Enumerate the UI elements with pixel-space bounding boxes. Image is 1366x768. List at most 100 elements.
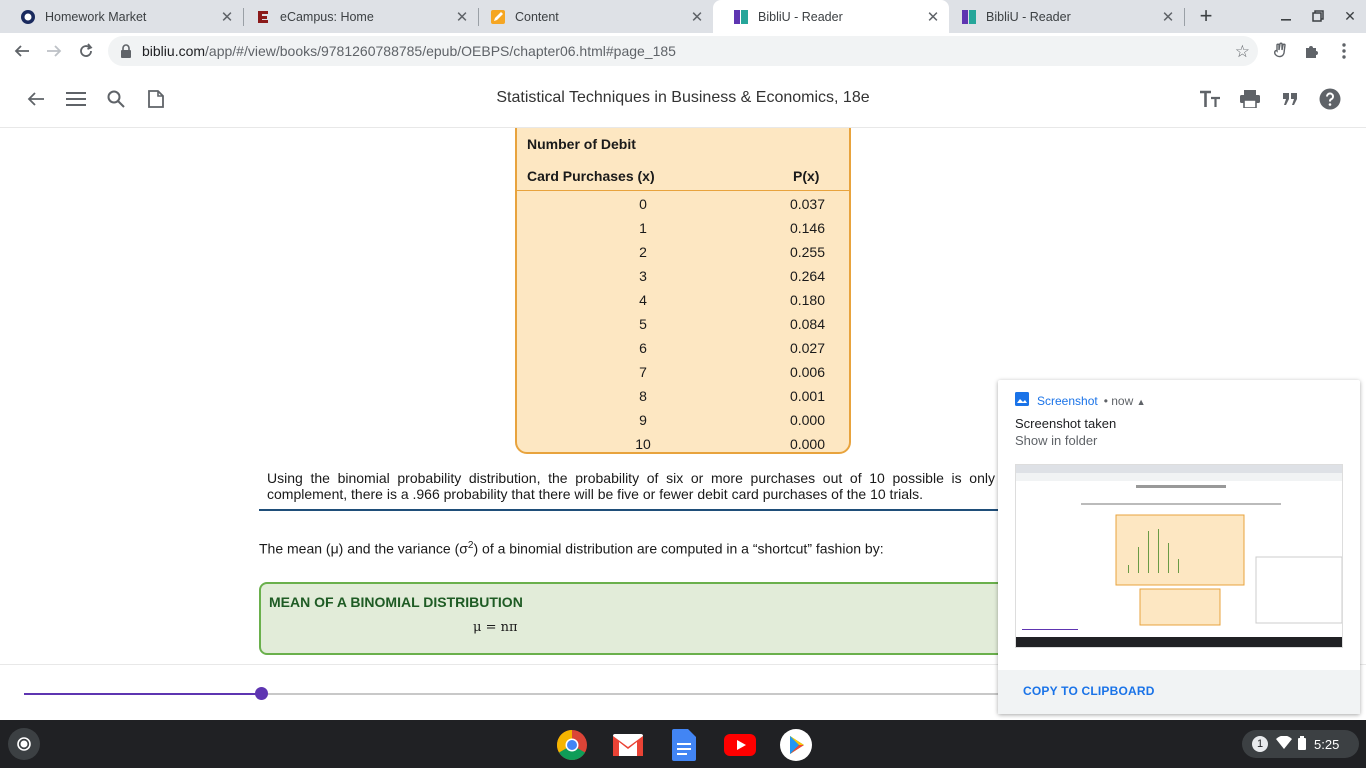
cell-px: 0.027: [789, 340, 825, 356]
url-host: bibliu.com: [142, 43, 206, 59]
back-button[interactable]: [10, 39, 34, 63]
battery-icon: [1298, 735, 1306, 753]
cell-px: 0.180: [789, 292, 825, 308]
mean-box-title: MEAN OF A BINOMIAL DISTRIBUTION: [269, 594, 523, 610]
book-title: Statistical Techniques in Business & Eco…: [496, 89, 870, 106]
pencil-icon: [490, 9, 506, 25]
close-icon[interactable]: ✕: [925, 9, 941, 26]
reload-icon: [80, 43, 93, 57]
tab-ecampus[interactable]: eCampus: Home ✕: [235, 0, 478, 33]
table-row: 3 0.264: [517, 264, 849, 288]
table-row: 9 0.000: [517, 408, 849, 432]
notification-time: • now ▲: [1103, 393, 1146, 408]
table-header-x: Card Purchases (x): [527, 168, 655, 184]
youtube-app-icon[interactable]: [723, 728, 757, 762]
probability-table: Number of Debit Card Purchases (x) P(x) …: [515, 128, 851, 454]
text-size-button[interactable]: [1199, 88, 1221, 110]
cell-x: 6: [639, 340, 647, 356]
cell-px: 0.037: [789, 196, 825, 212]
table-body: 0 0.037 1 0.146 2 0.255 3 0.264 4 0.180 5 0.08…: [517, 192, 849, 456]
cell-x: 3: [639, 268, 647, 284]
play-store-app-icon[interactable]: [779, 728, 813, 762]
minimize-button[interactable]: [1275, 5, 1297, 27]
wifi-icon: [1276, 735, 1292, 753]
lock-icon[interactable]: [120, 44, 134, 58]
cell-x: 1: [639, 220, 647, 236]
screenshot-notification: Screenshot • now ▲ Screenshot taken Show…: [998, 380, 1360, 714]
notification-header[interactable]: Screenshot • now ▲: [1015, 392, 1146, 409]
tab-bibliu-reader-active[interactable]: BibliU - Reader ✕: [713, 0, 949, 33]
bookmark-star-icon[interactable]: ☆: [1235, 42, 1250, 62]
cell-px: 0.255: [789, 244, 825, 260]
notification-footer: COPY TO CLIPBOARD: [998, 670, 1360, 714]
close-icon[interactable]: ✕: [689, 9, 705, 26]
close-icon[interactable]: ✕: [454, 9, 470, 26]
mean-formula-box: MEAN OF A BINOMIAL DISTRIBUTION μ = nπ: [259, 582, 1009, 655]
body-paragraph: Using the binomial probability distribut…: [267, 470, 995, 502]
cell-x: 10: [635, 436, 651, 452]
arrow-right-icon: [47, 45, 62, 57]
launcher-icon: [17, 737, 31, 751]
progress-thumb[interactable]: [255, 687, 268, 700]
chrome-app-icon[interactable]: [555, 728, 589, 762]
tab-content[interactable]: Content ✕: [470, 0, 713, 33]
cell-px: 0.000: [789, 412, 825, 428]
close-icon[interactable]: ✕: [219, 9, 235, 26]
table-row: 7 0.006: [517, 360, 849, 384]
section-divider: [259, 509, 1004, 511]
screenshot-thumbnail[interactable]: [1015, 464, 1343, 648]
system-shelf: 1 5:25: [0, 720, 1366, 768]
tab-bibliu-reader[interactable]: BibliU - Reader ✕: [941, 0, 1184, 33]
table-header-px: P(x): [793, 168, 820, 184]
new-tab-button[interactable]: +: [1195, 3, 1217, 28]
notification-title: Screenshot taken: [1015, 416, 1117, 431]
bibliu-icon: [733, 9, 749, 25]
tab-title: Homework Market: [45, 9, 147, 24]
cell-px: 0.000: [789, 436, 825, 452]
notification-count-badge[interactable]: 1: [1252, 736, 1268, 752]
tab-title: eCampus: Home: [280, 9, 374, 24]
url-path: /app/#/view/books/9781260788785/epub/OEB…: [205, 43, 676, 59]
cell-x: 5: [639, 316, 647, 332]
tab-title: BibliU - Reader: [758, 9, 843, 24]
kebab-menu-icon[interactable]: [1334, 41, 1354, 61]
gmail-app-icon[interactable]: [611, 728, 645, 762]
screenshot-icon: [1015, 392, 1029, 409]
status-tray[interactable]: 1 5:25: [1242, 730, 1359, 758]
cell-x: 4: [639, 292, 647, 308]
table-row: 1 0.146: [517, 216, 849, 240]
tab-homework-market[interactable]: Homework Market ✕: [0, 0, 243, 33]
restore-button[interactable]: [1307, 5, 1329, 27]
extension-hand-icon[interactable]: [1270, 41, 1290, 61]
show-in-folder-link[interactable]: Show in folder: [1015, 433, 1097, 448]
reader-header: Statistical Techniques in Business & Eco…: [0, 69, 1366, 128]
help-icon: [1319, 88, 1341, 110]
tab-title: BibliU - Reader: [986, 9, 1071, 24]
address-bar[interactable]: bibliu.com/app/#/view/books/978126078878…: [108, 36, 1258, 66]
print-button[interactable]: [1239, 88, 1261, 110]
table-row: 5 0.084: [517, 312, 849, 336]
bibliu-icon: [961, 9, 977, 25]
cell-x: 0: [639, 196, 647, 212]
help-button[interactable]: [1319, 88, 1341, 110]
clock: 5:25: [1314, 736, 1340, 752]
close-icon[interactable]: ✕: [1160, 9, 1176, 26]
reload-button[interactable]: [74, 39, 98, 63]
arrow-left-icon: [14, 45, 29, 57]
close-window-button[interactable]: ✕: [1339, 5, 1361, 27]
body-paragraph-mean-variance: The mean (μ) and the variance (σ2) of a …: [259, 540, 884, 557]
tab-title: Content: [515, 9, 559, 24]
forward-button[interactable]: [42, 39, 66, 63]
cell-x: 2: [639, 244, 647, 260]
launcher-button[interactable]: [8, 728, 40, 760]
browser-toolbar: bibliu.com/app/#/view/books/978126078878…: [0, 33, 1366, 69]
google-docs-app-icon[interactable]: [667, 728, 701, 762]
extensions-puzzle-icon[interactable]: [1302, 41, 1322, 61]
printer-icon: [1240, 90, 1260, 108]
chevron-up-icon[interactable]: ▲: [1137, 397, 1146, 407]
copy-to-clipboard-button[interactable]: COPY TO CLIPBOARD: [1023, 684, 1155, 698]
citation-button[interactable]: [1279, 88, 1301, 110]
progress-fill: [24, 693, 261, 695]
table-row: 10 0.000: [517, 432, 849, 456]
table-row: 0 0.037: [517, 192, 849, 216]
